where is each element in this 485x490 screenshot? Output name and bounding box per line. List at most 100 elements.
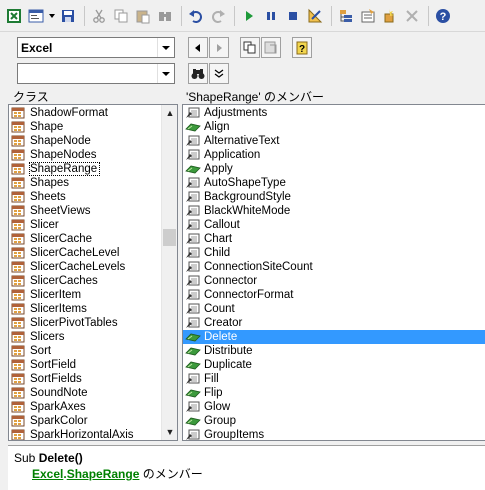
method-icon: [185, 347, 201, 356]
view-definition-button[interactable]: [261, 37, 281, 58]
chevron-down-icon[interactable]: [157, 38, 174, 57]
excel-view-icon[interactable]: [4, 6, 24, 26]
member-list-item[interactable]: ConnectionSiteCount: [183, 260, 485, 274]
member-list-item[interactable]: Adjustments: [183, 106, 485, 120]
class-list-item[interactable]: SortField: [9, 358, 161, 372]
member-list-item[interactable]: Creator: [183, 316, 485, 330]
class-list-item[interactable]: Shape: [9, 120, 161, 134]
member-list-item[interactable]: Callout: [183, 218, 485, 232]
member-list-item[interactable]: ConnectorFormat: [183, 288, 485, 302]
class-list-item[interactable]: SlicerCaches: [9, 274, 161, 288]
project-explorer-icon[interactable]: [336, 6, 356, 26]
search-combo[interactable]: [17, 63, 175, 84]
class-list-item[interactable]: SparkAxes: [9, 400, 161, 414]
run-icon[interactable]: [239, 6, 259, 26]
member-list-item[interactable]: Group: [183, 414, 485, 428]
member-list-item[interactable]: Delete: [183, 330, 485, 344]
property-icon: [186, 289, 200, 300]
class-name: Sheets: [30, 191, 66, 203]
member-list[interactable]: Adjustments Align AlternativeText Applicati…: [182, 104, 485, 441]
scroll-down-icon[interactable]: ▼: [162, 424, 178, 440]
object-browser-icon[interactable]: [380, 6, 400, 26]
member-list-item[interactable]: Align: [183, 120, 485, 134]
class-list-item[interactable]: SparkHorizontalAxis: [9, 428, 161, 440]
library-combo[interactable]: Excel: [17, 37, 175, 58]
class-icon: [11, 303, 25, 315]
reset-icon[interactable]: [283, 6, 303, 26]
class-list-item[interactable]: Slicers: [9, 330, 161, 344]
member-list-item[interactable]: AutoShapeType: [183, 176, 485, 190]
member-name: Fill: [204, 373, 219, 385]
class-list-item[interactable]: SlicerCacheLevels: [9, 260, 161, 274]
class-list-item[interactable]: Slicer: [9, 218, 161, 232]
class-list-item[interactable]: SparkColor: [9, 414, 161, 428]
chevron-down-icon[interactable]: [157, 64, 174, 83]
chevron-down-icon[interactable]: [48, 6, 56, 26]
member-list-item[interactable]: Fill: [183, 372, 485, 386]
class-list-item[interactable]: SlicerItem: [9, 288, 161, 302]
search-button[interactable]: [188, 63, 208, 84]
member-list-item[interactable]: AlternativeText: [183, 134, 485, 148]
class-name: SortFields: [30, 373, 82, 385]
member-list-item[interactable]: BackgroundStyle: [183, 190, 485, 204]
class-list-item[interactable]: SortFields: [9, 372, 161, 386]
member-list-item[interactable]: GroupItems: [183, 428, 485, 440]
design-mode-icon[interactable]: [305, 6, 325, 26]
class-list-item[interactable]: SheetViews: [9, 204, 161, 218]
member-list-item[interactable]: Duplicate: [183, 358, 485, 372]
break-icon[interactable]: [261, 6, 281, 26]
copy-to-clipboard-button[interactable]: [240, 37, 260, 58]
class-list-item[interactable]: Sort: [9, 344, 161, 358]
toolbar-separator: [181, 5, 182, 26]
member-list-item[interactable]: Connector: [183, 274, 485, 288]
class-list-item[interactable]: Sheets: [9, 190, 161, 204]
class-list-item[interactable]: ShadowFormat: [9, 106, 161, 120]
class-list-item[interactable]: SlicerPivotTables: [9, 316, 161, 330]
copy-icon[interactable]: [111, 6, 131, 26]
find-icon[interactable]: [155, 6, 175, 26]
class-list-item[interactable]: SlicerCacheLevel: [9, 246, 161, 260]
insert-module-icon[interactable]: [26, 6, 46, 26]
class-list-item[interactable]: SlicerItems: [9, 302, 161, 316]
cut-icon[interactable]: [89, 6, 109, 26]
class-icon: [11, 275, 25, 287]
class-link[interactable]: ShapeRange: [67, 467, 140, 481]
member-list-item[interactable]: Apply: [183, 162, 485, 176]
class-list[interactable]: ShadowFormat Shape ShapeNode ShapeNodes Shap…: [8, 104, 178, 441]
paste-icon[interactable]: [133, 6, 153, 26]
member-list-item[interactable]: Count: [183, 302, 485, 316]
class-list-item[interactable]: ShapeNode: [9, 134, 161, 148]
class-icon: [11, 233, 25, 245]
member-list-item[interactable]: Child: [183, 246, 485, 260]
redo-icon[interactable]: [208, 6, 228, 26]
toggle-search-results-button[interactable]: [209, 63, 229, 84]
class-icon: [11, 331, 25, 343]
method-icon: [185, 417, 201, 426]
member-list-item[interactable]: Distribute: [183, 344, 485, 358]
member-list-item[interactable]: Application: [183, 148, 485, 162]
class-list-item[interactable]: Shapes: [9, 176, 161, 190]
help-button[interactable]: ?: [292, 37, 312, 58]
class-name: SortField: [30, 359, 77, 371]
class-list-item[interactable]: ShapeNodes: [9, 148, 161, 162]
class-list-item[interactable]: ShapeRange: [9, 162, 161, 176]
member-list-item[interactable]: Chart: [183, 232, 485, 246]
class-list-item[interactable]: SoundNote: [9, 386, 161, 400]
save-icon[interactable]: [58, 6, 78, 26]
scroll-up-icon[interactable]: ▲: [162, 105, 178, 121]
library-link[interactable]: Excel: [32, 467, 63, 481]
class-list-scrollbar[interactable]: ▲ ▼: [161, 105, 177, 440]
properties-icon[interactable]: [358, 6, 378, 26]
back-button[interactable]: [188, 37, 208, 58]
help-icon[interactable]: ?: [433, 6, 453, 26]
scroll-thumb[interactable]: [163, 229, 176, 246]
member-list-item[interactable]: Glow: [183, 400, 485, 414]
member-list-item[interactable]: BlackWhiteMode: [183, 204, 485, 218]
class-name: SheetViews: [30, 205, 91, 217]
toolbox-icon[interactable]: [402, 6, 422, 26]
member-list-item[interactable]: Flip: [183, 386, 485, 400]
undo-icon[interactable]: [186, 6, 206, 26]
class-name: SlicerCacheLevels: [30, 261, 126, 273]
class-list-item[interactable]: SlicerCache: [9, 232, 161, 246]
forward-button[interactable]: [209, 37, 229, 58]
